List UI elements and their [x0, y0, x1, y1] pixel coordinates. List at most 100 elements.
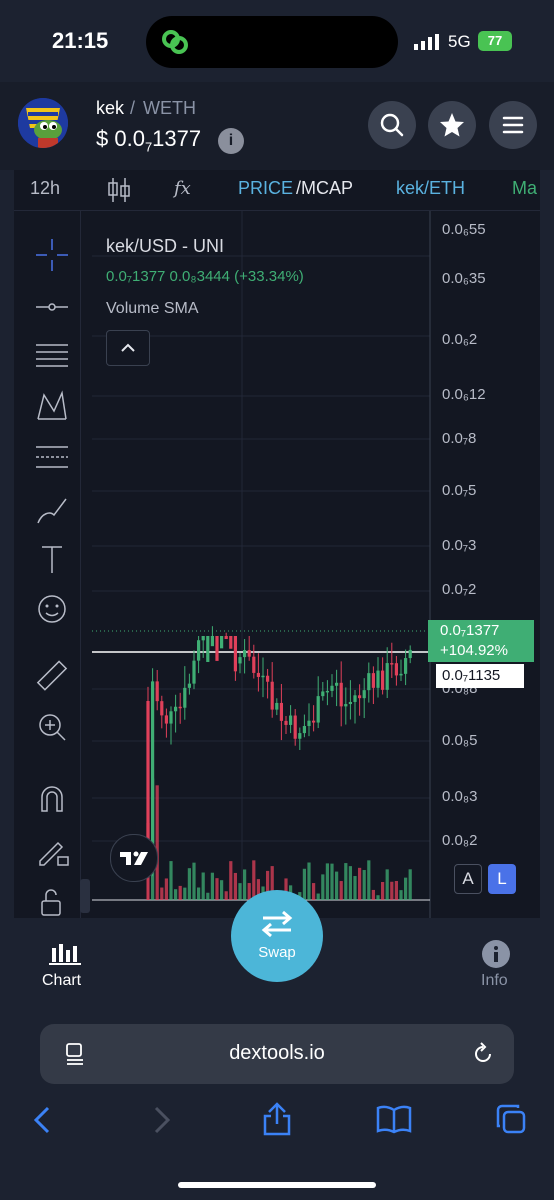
tabs-icon[interactable] [494, 1102, 528, 1136]
volume-bar [316, 893, 320, 900]
pair-separator: / [130, 98, 136, 118]
price-prefix: $ 0.0 [96, 126, 145, 151]
volume-bar [238, 883, 242, 900]
search-button[interactable] [368, 101, 416, 149]
y-tick: 0.0₆12 [442, 386, 486, 403]
emoji-icon[interactable] [32, 589, 72, 629]
drawing-toolbar [14, 211, 81, 918]
swap-button[interactable]: Swap [231, 890, 323, 982]
token-avatar [18, 98, 68, 148]
y-tick: 0.0₇3 [442, 537, 477, 554]
volume-bar [187, 868, 191, 900]
candle-body [164, 715, 168, 724]
menu-button[interactable] [489, 101, 537, 149]
candle-body [284, 720, 288, 725]
volume-bar [390, 881, 394, 900]
candle-body [385, 663, 389, 690]
candle-body [302, 726, 306, 734]
chart-toolbar: 12h fx PRICE /MCAP kek/ETH Ma [14, 170, 540, 211]
reload-icon[interactable] [470, 1041, 496, 1067]
y-tick: 0.0₈3 [442, 788, 478, 805]
volume-bar [243, 869, 247, 900]
chart-tab-icon[interactable] [48, 940, 82, 966]
price-toggle[interactable]: PRICE [238, 178, 293, 199]
tab-info[interactable]: Info [481, 972, 508, 990]
tab-chart[interactable]: Chart [42, 972, 81, 990]
volume-bar [192, 862, 196, 900]
network-type: 5G [448, 32, 471, 51]
auto-scale-button[interactable]: A [454, 864, 482, 894]
ruler-icon[interactable] [32, 657, 72, 697]
volume-bar [220, 880, 224, 900]
pepe-logo-icon [18, 98, 68, 148]
candle-body [229, 636, 233, 649]
candle-body [256, 672, 260, 677]
reference-price-label: 0.0₇1135 [436, 664, 524, 688]
candle-body [390, 663, 394, 665]
lock-drawings-icon[interactable] [32, 829, 72, 869]
candle-body [261, 675, 265, 678]
candle-body [408, 649, 412, 659]
candle-body [266, 675, 270, 682]
fib-retracement-icon[interactable] [32, 335, 72, 375]
volume-bar [233, 872, 237, 900]
token-header: kek / WETH $ 0.071377 i [0, 82, 554, 170]
candle-body [238, 657, 242, 664]
volume-bar [362, 870, 366, 900]
share-icon[interactable] [260, 1100, 294, 1138]
volume-bar [312, 883, 316, 900]
candle-body [289, 715, 293, 725]
crosshair-icon[interactable] [32, 235, 72, 275]
status-time: 21:15 [52, 28, 109, 53]
mcap-toggle[interactable]: /MCAP [296, 178, 353, 199]
bookmarks-icon[interactable] [376, 1104, 412, 1134]
forward-icon[interactable] [148, 1104, 176, 1136]
candle-body [183, 687, 187, 708]
candle-body [178, 706, 182, 709]
magnet-icon[interactable] [32, 779, 72, 819]
candle-body [404, 658, 408, 674]
forecast-icon[interactable] [32, 437, 72, 477]
zoom-in-icon[interactable] [32, 707, 72, 747]
more-toolbar-item[interactable]: Ma [512, 178, 537, 199]
volume-bar [385, 869, 389, 900]
candle-body [312, 720, 316, 723]
brush-icon[interactable] [32, 489, 72, 529]
volume-sma-label: Volume SMA [106, 300, 199, 317]
link-icon [162, 30, 188, 54]
candle-body [316, 696, 320, 723]
volume-bar [339, 881, 343, 900]
price-info-icon[interactable]: i [218, 128, 244, 154]
tradingview-logo[interactable] [110, 834, 158, 882]
candle-body [321, 691, 325, 697]
pattern-icon[interactable] [32, 387, 72, 427]
volume-bar [325, 863, 329, 900]
y-tick: 0.0₆35 [442, 270, 486, 287]
candle-body [197, 640, 201, 661]
pair-quote-toggle[interactable]: kek/ETH [396, 178, 465, 199]
interval-selector[interactable]: 12h [30, 178, 60, 199]
candle-body [358, 695, 362, 699]
address-bar[interactable]: dextools.io [40, 1024, 514, 1084]
volume-bar [252, 860, 256, 900]
candle-body [243, 650, 247, 658]
volume-bar [399, 890, 403, 900]
unlock-icon[interactable] [32, 883, 72, 923]
indicators-button[interactable]: fx [174, 178, 191, 199]
candles-icon[interactable] [106, 176, 132, 204]
back-icon[interactable] [28, 1104, 56, 1136]
candle-body [224, 636, 228, 640]
trend-line-icon[interactable] [32, 287, 72, 327]
volume-bar [201, 872, 205, 900]
last-price-label: 0.0₇1377 +104.92% [428, 620, 534, 662]
text-tool-icon[interactable] [32, 539, 72, 579]
favorite-button[interactable] [428, 101, 476, 149]
log-scale-button[interactable]: L [488, 864, 516, 894]
candle-body [293, 715, 297, 739]
legend-collapse-button[interactable] [106, 330, 150, 366]
candle-body [339, 682, 343, 707]
candle-body [233, 636, 237, 672]
base-token-symbol: kek [96, 98, 125, 118]
info-tab-icon[interactable] [481, 939, 511, 969]
candle-body [344, 704, 348, 707]
